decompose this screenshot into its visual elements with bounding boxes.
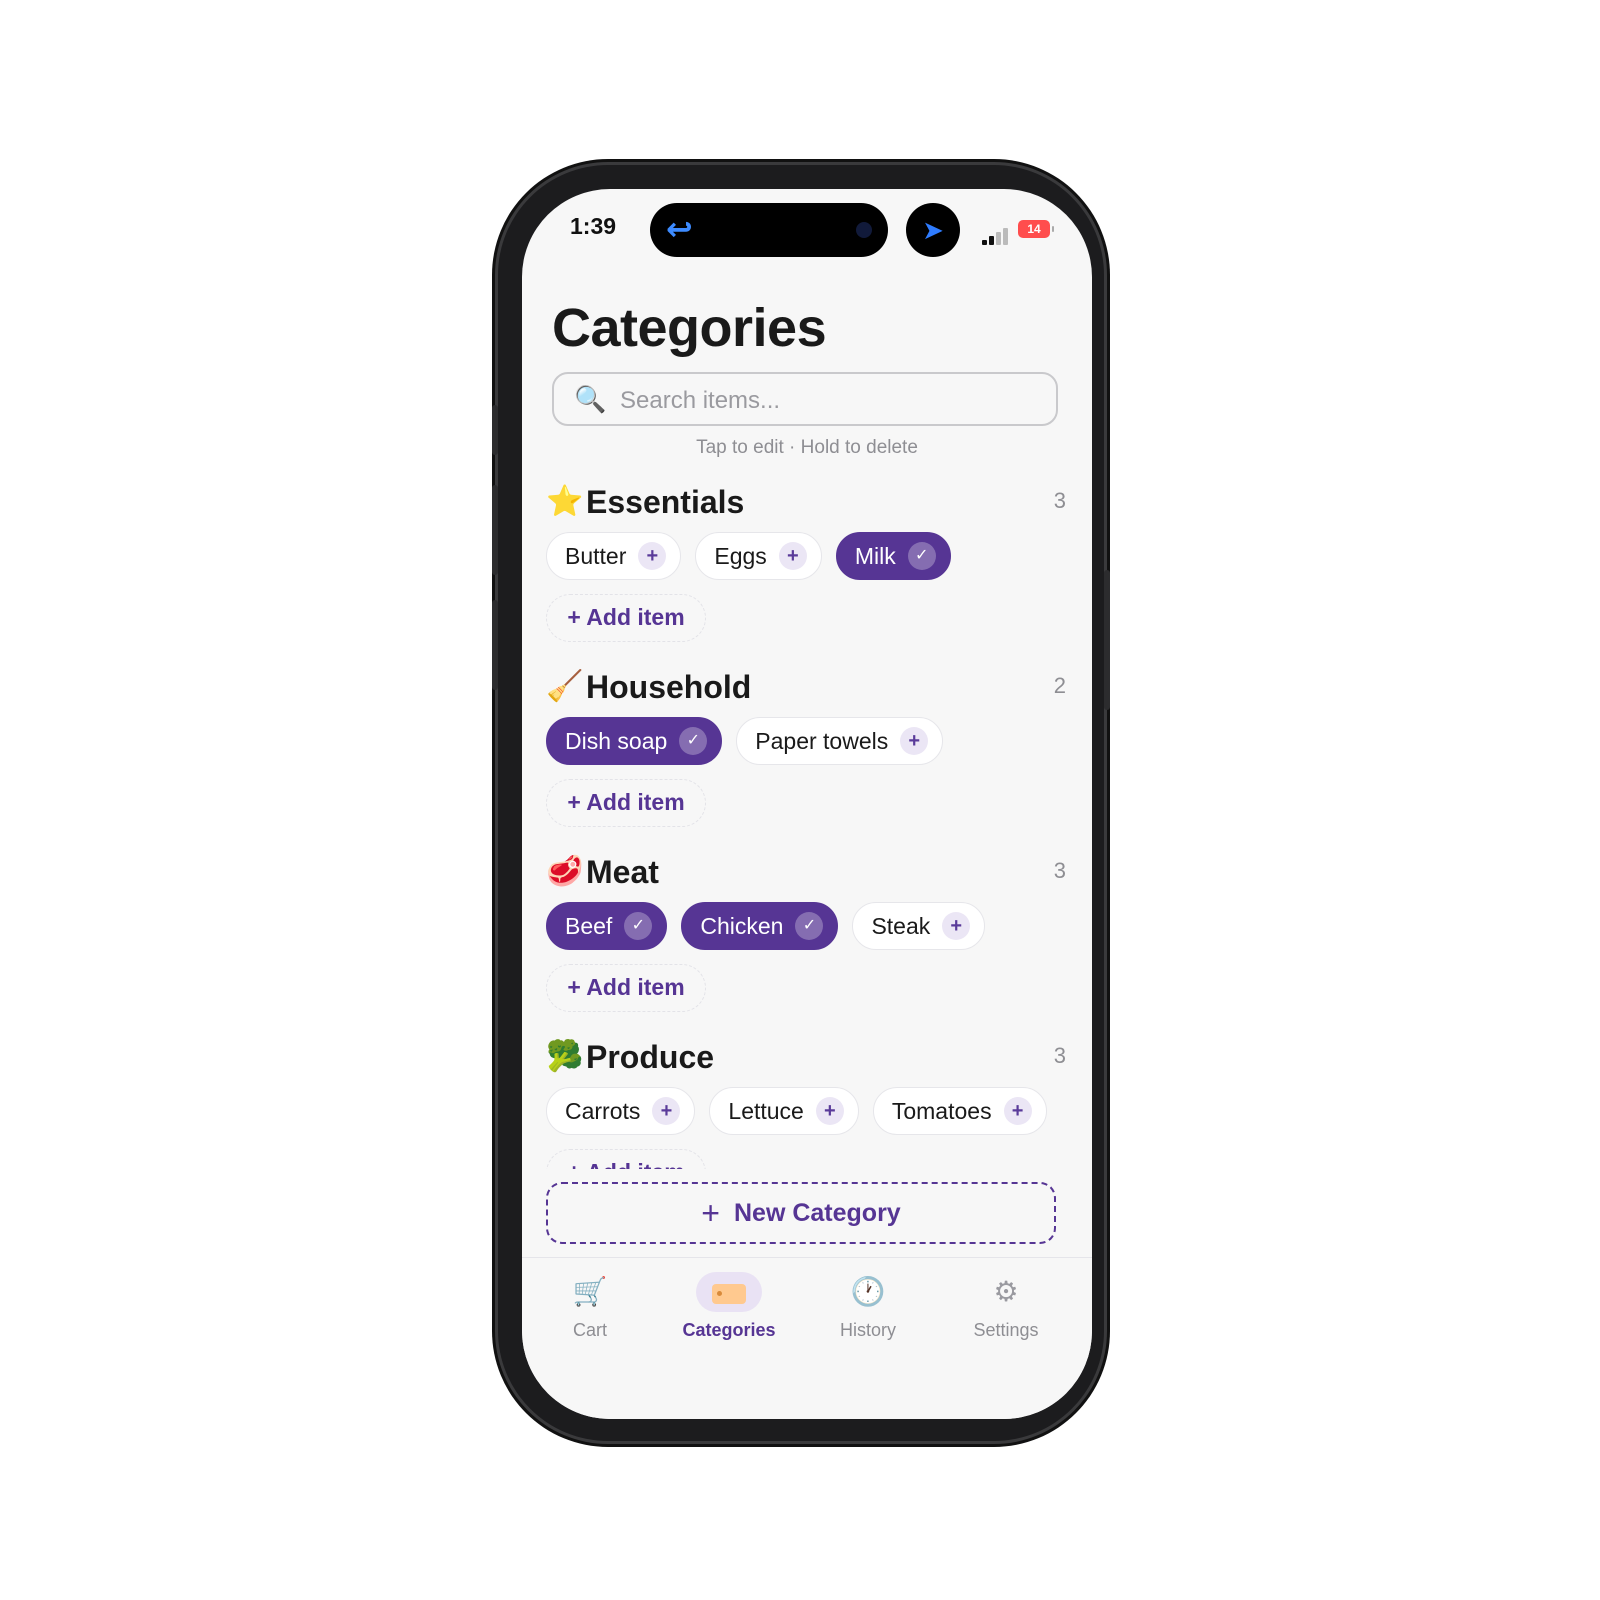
plus-icon: +	[942, 912, 971, 940]
category-header[interactable]: 🧹 Household 2	[546, 667, 1066, 707]
checkmark-icon: ✓	[624, 912, 653, 940]
category-list: ⭐ Essentials 3 Butter + Eggs + Milk ✓ + Add…	[522, 189, 1092, 1169]
add-item-button[interactable]: + Add item	[546, 594, 706, 642]
clock-icon: 🕐	[850, 1276, 886, 1307]
category-count: 2	[1053, 673, 1066, 698]
tab-bar: 🛒 Cart Categories 🕐 History ⚙ Settings	[522, 1257, 1092, 1419]
category-name: Household	[586, 669, 752, 705]
volume-up-button	[492, 485, 498, 575]
plus-icon: +	[778, 542, 807, 570]
category-count: 3	[1053, 1043, 1066, 1068]
item-chip-chicken[interactable]: Chicken ✓	[681, 902, 839, 950]
plus-icon: +	[652, 1097, 681, 1125]
category-header[interactable]: 🥦 Produce 3	[546, 1037, 1066, 1077]
item-chip-lettuce[interactable]: Lettuce +	[709, 1087, 859, 1135]
category-name: Meat	[586, 854, 659, 890]
plus-icon: +	[815, 1097, 844, 1125]
category-count: 3	[1053, 858, 1066, 883]
tab-settings[interactable]: ⚙ Settings	[946, 1272, 1066, 1341]
category-header[interactable]: ⭐ Essentials 3	[546, 482, 1066, 522]
meat-icon: 🥩	[546, 855, 584, 888]
item-chip-eggs[interactable]: Eggs +	[695, 532, 822, 580]
broccoli-icon: 🥦	[546, 1040, 584, 1073]
action-button	[492, 405, 498, 455]
checkmark-icon: ✓	[795, 912, 824, 940]
tab-label: Settings	[973, 1320, 1039, 1340]
add-item-button[interactable]: + Add item	[546, 964, 706, 1012]
item-chip-tomatoes[interactable]: Tomatoes +	[872, 1087, 1047, 1135]
item-chip-paper-towels[interactable]: Paper towels +	[736, 717, 944, 765]
volume-down-button	[492, 600, 498, 690]
tag-icon	[696, 1272, 762, 1312]
category-name: Essentials	[586, 484, 745, 520]
broom-icon: 🧹	[546, 670, 584, 703]
category-header[interactable]: 🥩 Meat 3	[546, 852, 1066, 892]
power-button	[1104, 570, 1110, 710]
plus-icon: +	[701, 1195, 720, 1231]
plus-icon: +	[1003, 1097, 1032, 1125]
plus-icon: +	[900, 727, 929, 755]
new-category-label: New Category	[733, 1199, 901, 1227]
checkmark-icon: ✓	[907, 542, 936, 570]
tab-cart[interactable]: 🛒 Cart	[530, 1272, 650, 1341]
item-chip-dish-soap[interactable]: Dish soap ✓	[546, 717, 723, 765]
add-item-button[interactable]: + Add item	[546, 1149, 706, 1169]
item-chip-milk[interactable]: Milk ✓	[835, 532, 951, 580]
new-category-button[interactable]: + New Category	[546, 1182, 1056, 1244]
tab-history[interactable]: 🕐 History	[808, 1272, 928, 1341]
screen: 1:39 ↩ ➤ 14 Categories 🔍 Search items...…	[522, 189, 1092, 1419]
category-name: Produce	[586, 1039, 715, 1075]
add-item-button[interactable]: + Add item	[546, 779, 706, 827]
plus-icon: +	[638, 542, 667, 570]
cart-icon: 🛒	[572, 1276, 608, 1307]
category-count: 3	[1053, 488, 1066, 513]
tab-label: Cart	[572, 1320, 607, 1340]
tab-label: History	[839, 1320, 896, 1340]
item-chip-butter[interactable]: Butter +	[546, 532, 682, 580]
tab-label: Categories	[682, 1320, 776, 1340]
item-chip-beef[interactable]: Beef ✓	[546, 902, 668, 950]
item-chip-carrots[interactable]: Carrots +	[546, 1087, 696, 1135]
tab-categories[interactable]: Categories	[669, 1272, 789, 1341]
gear-icon: ⚙	[993, 1276, 1019, 1307]
item-chip-steak[interactable]: Steak +	[852, 902, 986, 950]
star-icon: ⭐	[546, 485, 584, 518]
checkmark-icon: ✓	[679, 727, 708, 755]
